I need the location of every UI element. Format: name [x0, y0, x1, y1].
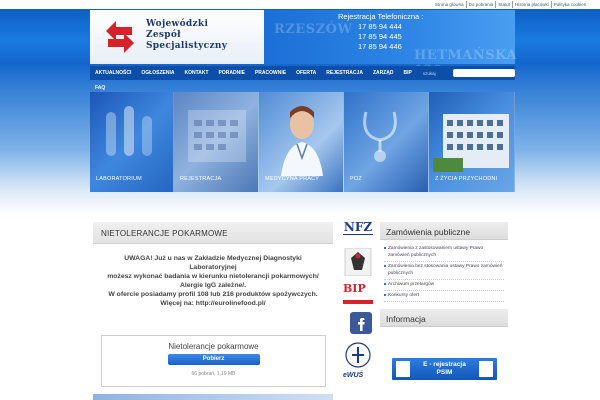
- test-tubes-icon: [106, 106, 152, 156]
- download-meta: 66 pobrań, 1,19 MB: [191, 371, 236, 377]
- article-link[interactable]: Więcej na: http://eurolinefood.pl/: [93, 299, 333, 308]
- flag-emblem-icon: [396, 361, 410, 377]
- bottom-image-strip: [93, 394, 333, 400]
- logo-line-3: Specjalistyczny: [146, 41, 228, 51]
- phone-number: 17 85 94 446: [358, 42, 402, 51]
- building-photo-icon: [433, 114, 509, 172]
- eu-emblem-icon: [479, 361, 493, 377]
- article-body: UWAGA! Już u nas w Zakładzie Medycznej D…: [93, 254, 333, 308]
- nfz-logo[interactable]: NFZ: [343, 220, 373, 242]
- nav-faq[interactable]: FAQ: [95, 85, 105, 91]
- article-line: Alergie IgG zależne/.: [179, 282, 247, 289]
- nav-news[interactable]: AKTUALNOŚCI: [90, 66, 136, 80]
- logo-text: Wojewódzki Zespół Specjalistyczny: [146, 19, 227, 52]
- article-line: Laboratoryjnej: [189, 264, 237, 271]
- tile-occupational-medicine[interactable]: MEDYCYNA PRACY: [259, 92, 344, 192]
- download-box: Nietolerancje pokarmowe Pobierz 66 pobra…: [101, 335, 326, 387]
- tile-label: POZ: [350, 176, 362, 182]
- nav-clinics[interactable]: PORADNIE: [214, 66, 250, 80]
- calendar-icon: [188, 110, 246, 162]
- tile-label: Z ŻYCIA PRZYCHODNI: [435, 176, 498, 182]
- article-line: możesz wykonać badania w kierunku nietol…: [107, 273, 319, 280]
- search-label: szukaj: [422, 70, 436, 76]
- tile-label: LABORATORIUM: [96, 176, 142, 182]
- doctor-photo-icon: [281, 106, 323, 176]
- partner-logos: NFZ BIP eWUŚ: [340, 220, 376, 400]
- tile-label: REJESTRACJA: [180, 176, 222, 182]
- nav-contact[interactable]: KONTAKT: [179, 66, 213, 80]
- logo-area[interactable]: Wojewódzki Zespół Specjalistyczny: [90, 10, 264, 64]
- tile-registration[interactable]: REJESTRACJA: [174, 92, 259, 192]
- e-registration-banner[interactable]: E - rejestracja PSIM: [392, 358, 497, 380]
- tile-label: MEDYCYNA PRACY: [265, 176, 320, 182]
- phone-number: 17 85 94 445: [358, 32, 402, 41]
- facebook-icon[interactable]: [346, 312, 376, 334]
- site-header: Wojewódzki Zespół Specjalistyczny RZESZÓ…: [90, 10, 516, 78]
- logo-line-1: Wojewódzki: [146, 19, 209, 29]
- download-title: Nietolerancje pokarmowe: [168, 342, 259, 351]
- top-link-cookies[interactable]: Polityka cookies: [552, 1, 588, 8]
- nav-board[interactable]: ZARZĄD: [368, 66, 399, 80]
- article-line: UWAGA! Już u nas w Zakładzie Medycznej D…: [124, 255, 302, 262]
- registration-box: Rejestracja Telefoniczna : 17 85 94 444 …: [338, 12, 423, 52]
- section-title: Zamówienia publiczne: [380, 222, 508, 240]
- article-title: NIETOLERANCJE POKARMOWE: [93, 222, 333, 244]
- list-item[interactable]: Zamówienia bez stosowania ustawy Prawo z…: [384, 262, 504, 280]
- top-bar: Strona główna Do pobrania Statut Histori…: [0, 0, 600, 9]
- top-link-downloads[interactable]: Do pobrania: [467, 1, 497, 8]
- stethoscope-icon: [363, 111, 397, 162]
- nav-bip[interactable]: BIP: [399, 66, 417, 80]
- tile-laboratory[interactable]: LABORATORIUM: [90, 92, 174, 192]
- medical-seal-icon[interactable]: [343, 342, 373, 368]
- article-line: W ofercie posiadamy profil 108 lub 216 p…: [108, 291, 318, 298]
- nav-registration[interactable]: REJESTRACJA: [321, 66, 368, 80]
- tile-clinic-life[interactable]: Z ŻYCIA PRZYCHODNI: [429, 92, 515, 192]
- procurement-list: Zamówienia z zastosowaniem ustawy Prawo …: [380, 240, 508, 302]
- feature-tiles: LABORATORIUM REJESTRACJA MEDYCYNA PRACY …: [90, 92, 515, 192]
- top-links: Strona główna Do pobrania Statut Histori…: [433, 1, 588, 8]
- phone-number: 17 85 94 444: [358, 22, 402, 31]
- logo-arrows-icon: [106, 21, 134, 53]
- article-panel: NIETOLERANCJE POKARMOWE UWAGA! Już u nas…: [93, 222, 333, 400]
- ewus-logo[interactable]: eWUŚ: [343, 372, 373, 386]
- search-input[interactable]: [453, 69, 515, 77]
- list-item[interactable]: Archiwum przetargów: [384, 280, 504, 291]
- nav-announcements[interactable]: OGŁOSZENIA: [136, 66, 179, 80]
- list-item[interactable]: Konkursy ofert: [384, 291, 504, 302]
- main-nav: AKTUALNOŚCI OGŁOSZENIA KONTAKT PORADNIE …: [90, 66, 515, 80]
- eagle-emblem-icon[interactable]: [343, 248, 373, 276]
- nav-labs[interactable]: PRACOWNIE: [250, 66, 291, 80]
- nav-offer[interactable]: OFERTA: [291, 66, 321, 80]
- top-link-home[interactable]: Strona główna: [433, 1, 467, 8]
- section-title: Informacja: [380, 309, 508, 327]
- bip-logo[interactable]: BIP: [342, 282, 374, 306]
- right-sidebar: Zamówienia publiczne Zamówienia z zastos…: [380, 222, 508, 400]
- logo-line-2: Zespół: [146, 30, 181, 40]
- top-link-statute[interactable]: Statut: [496, 1, 513, 8]
- tile-poz[interactable]: POZ: [344, 92, 429, 192]
- top-link-history[interactable]: Historia placówki: [513, 1, 552, 8]
- download-button[interactable]: Pobierz: [167, 354, 260, 365]
- bip-flag-icon: [342, 295, 374, 304]
- list-item[interactable]: Zamówienia z zastosowaniem ustawy Prawo …: [384, 244, 504, 262]
- registration-label: Rejestracja Telefoniczna :: [338, 12, 424, 21]
